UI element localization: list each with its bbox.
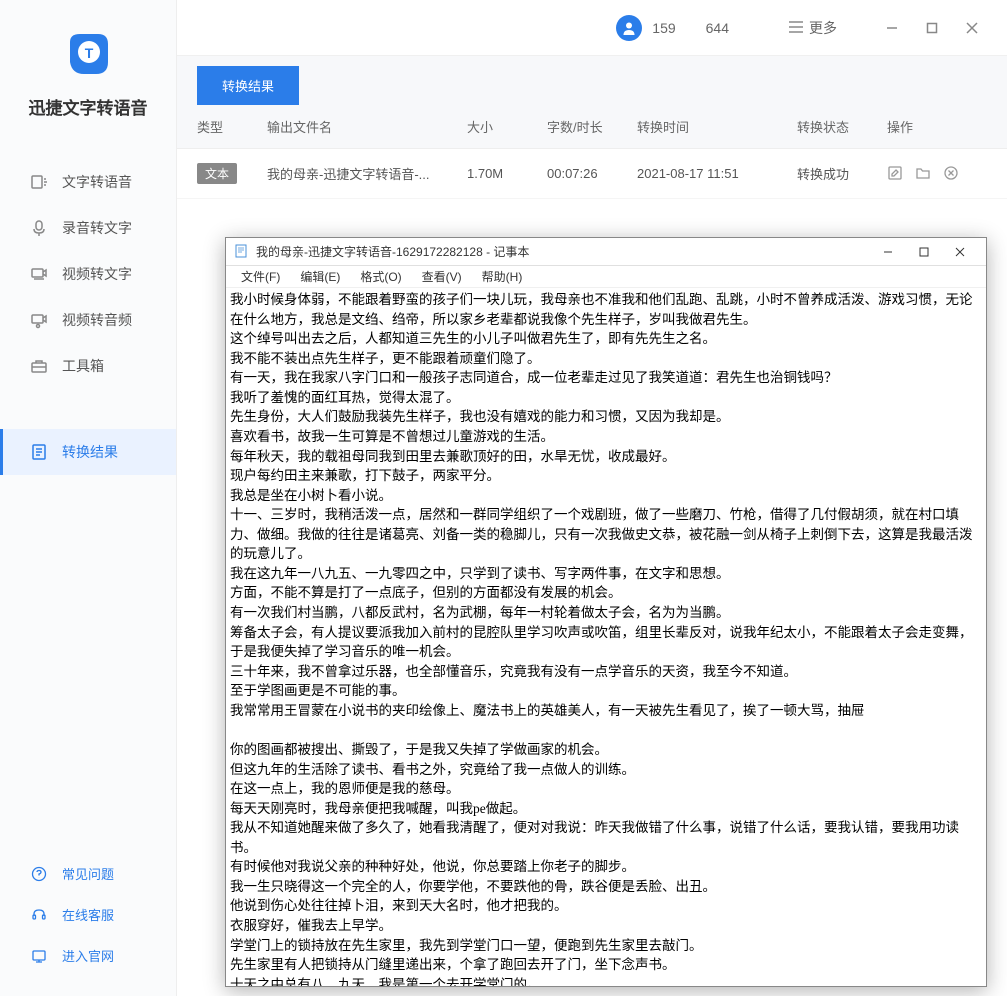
stat-1: 159 <box>652 20 675 36</box>
support-icon <box>30 906 48 924</box>
sidebar-item-faq[interactable]: 常见问题 <box>0 853 176 894</box>
sidebar-item-support[interactable]: 在线客服 <box>0 894 176 935</box>
col-size-header: 大小 <box>467 117 547 136</box>
ops-cell <box>887 165 987 183</box>
sidebar-label: 进入官网 <box>62 946 114 965</box>
video-audio-icon <box>30 311 48 329</box>
menu-edit[interactable]: 编辑(E) <box>290 266 350 287</box>
sidebar-label: 工具箱 <box>62 356 104 376</box>
folder-icon[interactable] <box>915 165 933 183</box>
top-bar: 159 644 更多 <box>177 0 1007 56</box>
mic-icon <box>30 219 48 237</box>
menu-file[interactable]: 文件(F) <box>231 266 290 287</box>
notepad-titlebar[interactable]: 我的母亲-迅捷文字转语音-1629172282128 - 记事本 <box>226 238 986 266</box>
svg-text:T: T <box>85 45 94 61</box>
app-logo-icon: T <box>62 30 114 82</box>
sidebar-label: 视频转音频 <box>62 310 132 330</box>
minimize-button[interactable] <box>877 13 907 43</box>
app-name: 迅捷文字转语音 <box>20 94 156 119</box>
table-row[interactable]: 文本 我的母亲-迅捷文字转语音-... 1.70M 00:07:26 2021-… <box>177 149 1007 199</box>
sidebar-label: 转换结果 <box>62 442 118 462</box>
divider <box>0 389 176 429</box>
col-ops-header: 操作 <box>887 117 987 136</box>
delete-icon[interactable] <box>943 165 961 183</box>
sidebar-item-tts[interactable]: 文字转语音 <box>0 159 176 205</box>
user-section[interactable]: 159 <box>616 15 675 41</box>
notepad-title: 我的母亲-迅捷文字转语音-1629172282128 - 记事本 <box>256 243 870 260</box>
sidebar-item-result[interactable]: 转换结果 <box>0 429 176 475</box>
sidebar-label: 在线客服 <box>62 905 114 924</box>
time-cell: 2021-08-17 11:51 <box>637 166 797 181</box>
notepad-maximize[interactable] <box>906 240 942 264</box>
sidebar-label: 录音转文字 <box>62 218 132 238</box>
notepad-controls <box>870 240 978 264</box>
sidebar-item-video-audio[interactable]: 视频转音频 <box>0 297 176 343</box>
size-cell: 1.70M <box>467 166 547 181</box>
hamburger-icon <box>789 20 803 36</box>
sidebar-label: 视频转文字 <box>62 264 132 284</box>
filename-cell: 我的母亲-迅捷文字转语音-... <box>267 164 467 183</box>
table-header: 类型 输出文件名 大小 字数/时长 转换时间 转换状态 操作 <box>177 105 1007 149</box>
status-cell: 转换成功 <box>797 164 887 183</box>
col-type-header: 类型 <box>197 117 267 136</box>
sidebar: T 迅捷文字转语音 文字转语音 录音转文字 视频转文字 视频转音频 <box>0 0 177 996</box>
nav-list: 文字转语音 录音转文字 视频转文字 视频转音频 工具箱 转换结果 <box>0 139 176 853</box>
sidebar-label: 文字转语音 <box>62 172 132 192</box>
notepad-close[interactable] <box>942 240 978 264</box>
video-text-icon <box>30 265 48 283</box>
window-controls <box>877 13 987 43</box>
sidebar-item-rec[interactable]: 录音转文字 <box>0 205 176 251</box>
sidebar-item-video-text[interactable]: 视频转文字 <box>0 251 176 297</box>
result-icon <box>30 443 48 461</box>
tts-icon <box>30 173 48 191</box>
col-duration-header: 字数/时长 <box>547 117 637 136</box>
tab-result[interactable]: 转换结果 <box>197 66 299 105</box>
user-avatar-icon <box>616 15 642 41</box>
tab-bar: 转换结果 <box>177 56 1007 105</box>
sidebar-item-website[interactable]: 进入官网 <box>0 935 176 976</box>
notepad-window: 我的母亲-迅捷文字转语音-1629172282128 - 记事本 文件(F) 编… <box>225 237 987 987</box>
col-time-header: 转换时间 <box>637 117 797 136</box>
bottom-nav: 常见问题 在线客服 进入官网 <box>0 853 176 996</box>
more-label: 更多 <box>809 18 837 38</box>
type-badge: 文本 <box>197 163 237 184</box>
edit-icon[interactable] <box>887 165 905 183</box>
stat-2: 644 <box>706 20 729 36</box>
notepad-icon <box>234 244 250 260</box>
maximize-button[interactable] <box>917 13 947 43</box>
notepad-menubar: 文件(F) 编辑(E) 格式(O) 查看(V) 帮助(H) <box>226 266 986 288</box>
menu-help[interactable]: 帮助(H) <box>472 266 533 287</box>
table-area: 类型 输出文件名 大小 字数/时长 转换时间 转换状态 操作 文本 我的母亲-迅… <box>177 105 1007 199</box>
notepad-minimize[interactable] <box>870 240 906 264</box>
logo-area: T 迅捷文字转语音 <box>0 0 176 139</box>
help-icon <box>30 865 48 883</box>
toolbox-icon <box>30 357 48 375</box>
duration-cell: 00:07:26 <box>547 166 637 181</box>
sidebar-item-toolbox[interactable]: 工具箱 <box>0 343 176 389</box>
website-icon <box>30 947 48 965</box>
more-button[interactable]: 更多 <box>789 18 837 38</box>
sidebar-label: 常见问题 <box>62 864 114 883</box>
col-file-header: 输出文件名 <box>267 117 467 136</box>
notepad-content[interactable]: 我小时候身体弱，不能跟着野蛮的孩子们一块儿玩，我母亲也不准我和他们乱跑、乱跳，小… <box>226 288 986 986</box>
close-button[interactable] <box>957 13 987 43</box>
menu-format[interactable]: 格式(O) <box>350 266 411 287</box>
user-info: 159 644 更多 <box>616 15 837 41</box>
col-status-header: 转换状态 <box>797 117 887 136</box>
menu-view[interactable]: 查看(V) <box>412 266 472 287</box>
